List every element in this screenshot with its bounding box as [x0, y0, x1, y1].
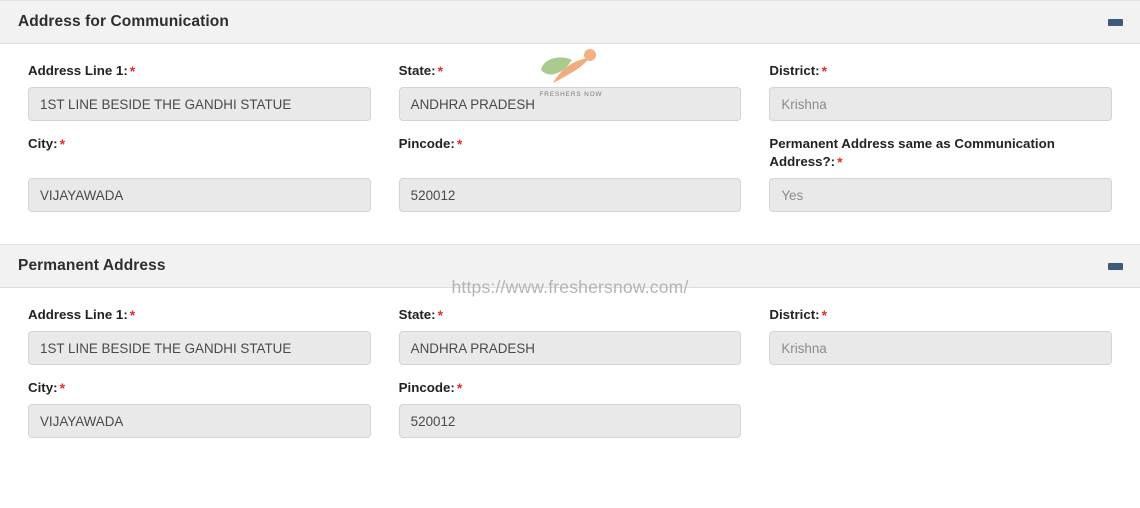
- city-input[interactable]: VIJAYAWADA: [28, 178, 371, 212]
- field-label: State: *: [399, 306, 742, 324]
- state-input[interactable]: ANDHRA PRADESH: [398, 87, 742, 121]
- label-text: Pincode:: [398, 380, 455, 395]
- field-state: State: * ANDHRA PRADESH: [385, 62, 756, 121]
- section-permanent-address: Permanent Address Address Line 1: * 1ST L…: [0, 244, 1140, 460]
- field-label: Pincode: *: [399, 379, 742, 397]
- form-row: Address Line 1: * 1ST LINE BESIDE THE GAN…: [14, 306, 1126, 379]
- field-permanent-same-as-communication: Permanent Address same as Communication …: [755, 135, 1126, 212]
- section-header-permanent: Permanent Address: [0, 244, 1140, 288]
- district-input[interactable]: Krishna: [769, 87, 1113, 121]
- label-text: City:: [28, 380, 58, 395]
- required-asterisk: *: [59, 380, 66, 396]
- field-label: Address Line 1: *: [28, 62, 371, 80]
- label-text: City:: [28, 136, 58, 151]
- permanent-same-as-communication-input[interactable]: Yes: [769, 178, 1113, 212]
- required-asterisk: *: [437, 63, 444, 79]
- field-pincode: Pincode: * 520012: [385, 135, 756, 212]
- required-asterisk: *: [437, 307, 444, 323]
- permanent-district-input[interactable]: Krishna: [769, 331, 1113, 365]
- section-body-permanent: Address Line 1: * 1ST LINE BESIDE THE GAN…: [0, 288, 1140, 460]
- field-label: District: *: [769, 62, 1112, 80]
- collapse-minus-icon-permanent[interactable]: [1104, 257, 1126, 275]
- label-text: State:: [398, 63, 436, 78]
- required-asterisk: *: [456, 136, 463, 152]
- pincode-input[interactable]: 520012: [398, 178, 742, 212]
- form-row: City: * VIJAYAWADA Pincode: * 520012: [14, 379, 1126, 452]
- field-permanent-address-line-1: Address Line 1: * 1ST LINE BESIDE THE GAN…: [14, 306, 385, 365]
- collapse-minus-icon-communication[interactable]: [1104, 13, 1126, 31]
- required-asterisk: *: [129, 307, 136, 323]
- field-label: Address Line 1: *: [28, 306, 371, 324]
- field-label: District: *: [769, 306, 1112, 324]
- required-asterisk: *: [59, 136, 66, 152]
- required-asterisk: *: [821, 63, 828, 79]
- field-permanent-city: City: * VIJAYAWADA: [14, 379, 385, 438]
- section-title-communication: Address for Communication: [18, 13, 229, 30]
- label-text: District:: [769, 63, 820, 78]
- label-text: Permanent Address same as Communication …: [769, 136, 1055, 169]
- section-address-for-communication: Address for Communication Address Line 1…: [0, 0, 1140, 244]
- label-text: Address Line 1:: [28, 63, 128, 78]
- label-text: State:: [398, 307, 436, 322]
- label-text: District:: [769, 307, 820, 322]
- field-permanent-district: District: * Krishna: [755, 306, 1126, 365]
- section-body-communication: Address Line 1: * 1ST LINE BESIDE THE GAN…: [0, 44, 1140, 244]
- address-line-1-input[interactable]: 1ST LINE BESIDE THE GANDHI STATUE: [28, 87, 371, 121]
- field-label: City: *: [28, 135, 371, 171]
- field-label: State: *: [399, 62, 742, 80]
- field-label: Pincode: *: [399, 135, 742, 171]
- section-header-communication: Address for Communication: [0, 0, 1140, 44]
- field-city: City: * VIJAYAWADA: [14, 135, 385, 212]
- permanent-city-input[interactable]: VIJAYAWADA: [28, 404, 371, 438]
- field-district: District: * Krishna: [755, 62, 1126, 121]
- required-asterisk: *: [456, 380, 463, 396]
- permanent-address-line-1-input[interactable]: 1ST LINE BESIDE THE GANDHI STATUE: [28, 331, 371, 365]
- field-permanent-pincode: Pincode: * 520012: [385, 379, 756, 438]
- required-asterisk: *: [129, 63, 136, 79]
- section-title-permanent: Permanent Address: [18, 257, 166, 274]
- field-address-line-1: Address Line 1: * 1ST LINE BESIDE THE GAN…: [14, 62, 385, 121]
- form-row: City: * VIJAYAWADA Pincode: * 520012 Perma…: [14, 135, 1126, 226]
- address-form-page: Address for Communication Address Line 1…: [0, 0, 1140, 508]
- field-label: City: *: [28, 379, 371, 397]
- required-asterisk: *: [821, 307, 828, 323]
- required-asterisk: *: [837, 154, 843, 170]
- label-text: Pincode:: [398, 136, 455, 151]
- field-permanent-state: State: * ANDHRA PRADESH: [385, 306, 756, 365]
- field-empty-placeholder: [755, 379, 1126, 438]
- form-row: Address Line 1: * 1ST LINE BESIDE THE GAN…: [14, 62, 1126, 135]
- field-label: Permanent Address same as Communication …: [769, 135, 1112, 171]
- permanent-state-input[interactable]: ANDHRA PRADESH: [398, 331, 742, 365]
- permanent-pincode-input[interactable]: 520012: [398, 404, 742, 438]
- label-text: Address Line 1:: [28, 307, 128, 322]
